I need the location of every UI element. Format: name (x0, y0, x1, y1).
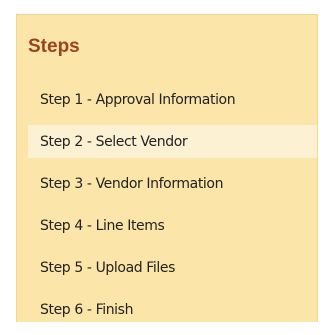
steps-title: Steps (28, 36, 80, 57)
step-item-finish[interactable]: Step 6 - Finish (28, 293, 317, 326)
step-item-upload-files[interactable]: Step 5 - Upload Files (28, 251, 317, 284)
steps-panel: Steps Step 1 - Approval Information Step… (16, 14, 318, 322)
step-item-line-items[interactable]: Step 4 - Line Items (28, 209, 317, 242)
step-item-approval-information[interactable]: Step 1 - Approval Information (28, 83, 317, 116)
step-item-select-vendor[interactable]: Step 2 - Select Vendor (28, 125, 317, 158)
step-item-vendor-information[interactable]: Step 3 - Vendor Information (28, 167, 317, 200)
steps-list: Step 1 - Approval Information Step 2 - S… (28, 83, 317, 335)
